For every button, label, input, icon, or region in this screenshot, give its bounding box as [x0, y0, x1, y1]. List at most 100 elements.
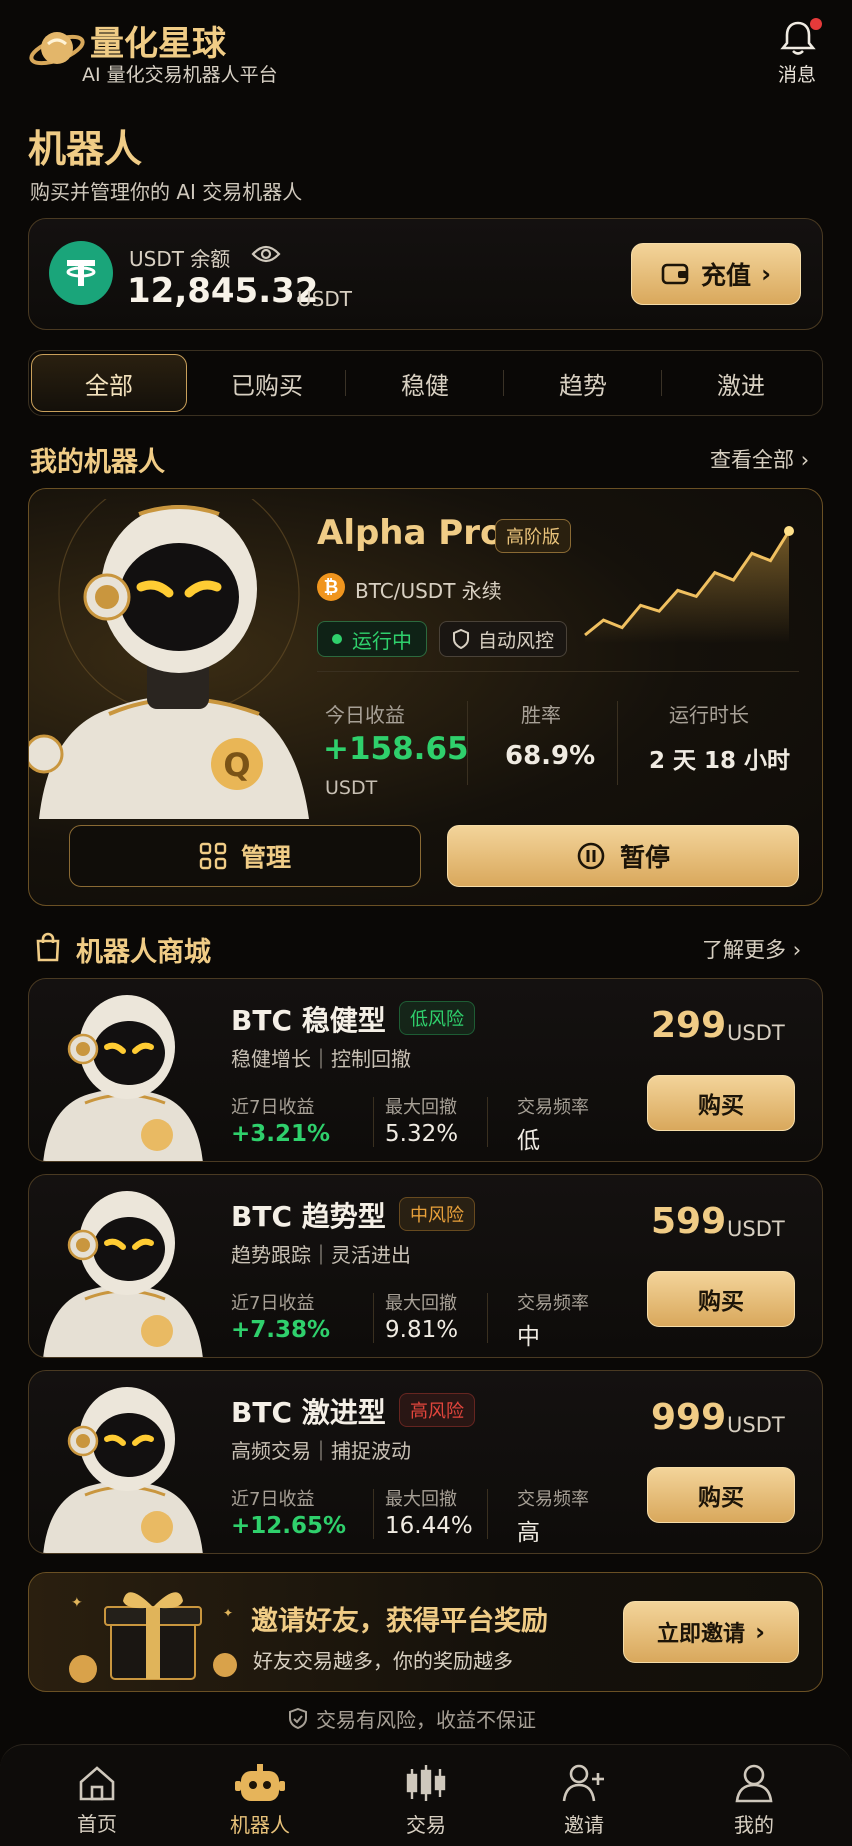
product-robot-image: [43, 995, 203, 1161]
risk-control-label: 自动风控: [478, 629, 555, 652]
product-robot-image: [43, 1191, 203, 1357]
learn-more-label: 了解更多: [702, 938, 786, 962]
eye-icon[interactable]: [251, 243, 281, 265]
product-robot-image: [43, 1387, 203, 1553]
winrate-label: 胜率: [521, 703, 561, 727]
frequency-value: 低: [517, 1128, 540, 1154]
tab-aggressive[interactable]: 激进: [663, 354, 819, 412]
buy-button[interactable]: 购买: [647, 1075, 795, 1131]
usdt-icon: [49, 241, 113, 305]
product-name: BTC 激进型: [231, 1396, 386, 1429]
shield-icon: [453, 629, 469, 649]
nav-invite-label: 邀请: [564, 1812, 604, 1837]
status-dot: [332, 634, 342, 644]
shopping-bag-icon: [36, 932, 60, 962]
risk-control-badge: 自动风控: [439, 621, 568, 657]
store-title: 机器人商城: [76, 937, 211, 968]
buy-button[interactable]: 购买: [647, 1467, 795, 1523]
tab-stable[interactable]: 稳健: [347, 354, 503, 412]
disclaimer: 交易有风险，收益不保证: [288, 1704, 536, 1733]
disclaimer-text: 交易有风险，收益不保证: [316, 1708, 536, 1732]
invite-subtitle: 好友交易越多，你的奖励越多: [253, 1649, 513, 1673]
nav-robots[interactable]: 机器人: [200, 1745, 320, 1846]
invite-title: 邀请好友，获得平台奖励: [251, 1606, 548, 1637]
tab-purchased[interactable]: 已购买: [189, 354, 345, 412]
tab-trend[interactable]: 趋势: [505, 354, 661, 412]
app-logo: [28, 22, 86, 74]
price-unit: USDT: [727, 1217, 785, 1241]
price-unit: USDT: [727, 1021, 785, 1045]
robot-icon: [235, 1763, 285, 1801]
balance-label: USDT 余额: [129, 247, 231, 271]
buy-button[interactable]: 购买: [647, 1271, 795, 1327]
manage-button[interactable]: 管理: [69, 825, 421, 887]
risk-badge: 中风险: [399, 1197, 475, 1231]
balance-card: USDT 余额 12,845.32 USDT 充值 ›: [28, 218, 823, 330]
pause-label: 暂停: [619, 843, 670, 872]
filter-tabs: 全部 已购买 稳健 趋势 激进: [28, 350, 823, 416]
nav-profile[interactable]: 我的: [694, 1745, 814, 1846]
balance-unit: USDT: [297, 287, 352, 311]
drawdown-value: 16.44%: [385, 1513, 473, 1539]
product-description: 趋势跟踪｜灵活进出: [231, 1243, 411, 1267]
notification-dot: [810, 18, 822, 30]
user-icon: [735, 1764, 773, 1802]
invite-banner[interactable]: ✦ ✦ 邀请好友，获得平台奖励 好友交易越多，你的奖励越多 立即邀请 ›: [28, 1572, 823, 1692]
view-all-label: 查看全部: [710, 448, 794, 472]
recharge-label: 充值: [701, 261, 752, 290]
status-label: 运行中: [352, 628, 412, 653]
runtime-value: 2 天 18 小时: [649, 748, 791, 774]
chevron-right-icon: ›: [792, 938, 802, 962]
frequency-value: 中: [517, 1324, 540, 1350]
bottom-nav: 首页 机器人 交易 邀请 我的: [0, 1744, 852, 1846]
learn-more-link[interactable]: 了解更多 ›: [702, 934, 801, 964]
price-value: 999: [651, 1397, 727, 1438]
balance-amount: 12,845.32: [127, 271, 319, 311]
pause-icon: [577, 842, 605, 870]
robot-name: Alpha Pro: [317, 513, 504, 553]
bitcoin-icon: ₿: [317, 573, 345, 601]
nav-invite[interactable]: 邀请: [524, 1745, 644, 1846]
runtime-label: 运行时长: [669, 703, 749, 727]
pause-button[interactable]: 暂停: [447, 825, 799, 887]
my-robot-card: Q Alpha Pro 高阶版 ₿ BTC/USDT 永续 运行中 自动风控 今…: [28, 488, 823, 906]
page-title: 机器人: [28, 127, 143, 171]
product-card[interactable]: BTC 趋势型 中风险 趋势跟踪｜灵活进出 近7日收益 +7.38% 最大回撤 …: [28, 1174, 823, 1358]
risk-badge: 低风险: [399, 1001, 475, 1035]
frequency-label: 交易频率: [517, 1293, 589, 1314]
product-card[interactable]: BTC 稳健型 低风险 稳健增长｜控制回撤 近7日收益 +3.21% 最大回撤 …: [28, 978, 823, 1162]
invite-button[interactable]: 立即邀请 ›: [623, 1601, 799, 1663]
nav-home-label: 首页: [77, 1811, 117, 1836]
gift-icon: ✦ ✦: [69, 1592, 237, 1683]
app-tagline: AI 量化交易机器人平台: [82, 64, 278, 86]
nav-trade[interactable]: 交易: [366, 1745, 486, 1846]
nav-trade-label: 交易: [406, 1812, 446, 1837]
svg-text:✦: ✦: [71, 1595, 83, 1611]
messages-label: 消息: [778, 64, 817, 86]
view-all-link[interactable]: 查看全部 ›: [710, 444, 809, 474]
svg-text:✦: ✦: [223, 1606, 233, 1620]
product-card[interactable]: BTC 激进型 高风险 高频交易｜捕捉波动 近7日收益 +12.65% 最大回撤…: [28, 1370, 823, 1554]
nav-robots-label: 机器人: [230, 1812, 290, 1837]
return-value: +12.65%: [231, 1513, 347, 1539]
nav-home[interactable]: 首页: [37, 1745, 157, 1846]
candlestick-icon: [406, 1764, 446, 1801]
invite-button-label: 立即邀请: [657, 1622, 746, 1647]
tab-all[interactable]: 全部: [31, 354, 187, 412]
return-label: 近7日收益: [231, 1293, 315, 1314]
messages-button[interactable]: 消息: [770, 16, 830, 86]
app-name: 量化星球: [90, 24, 226, 64]
product-description: 稳健增长｜控制回撤: [231, 1047, 411, 1071]
wallet-icon: [661, 263, 689, 285]
drawdown-label: 最大回撤: [385, 1293, 457, 1314]
product-name: BTC 趋势型: [231, 1200, 386, 1233]
winrate-value: 68.9%: [505, 741, 596, 771]
product-description: 高频交易｜捕捉波动: [231, 1439, 411, 1463]
price-unit: USDT: [727, 1413, 785, 1437]
recharge-button[interactable]: 充值 ›: [631, 243, 801, 305]
frequency-value: 高: [517, 1520, 540, 1546]
my-robots-title: 我的机器人: [30, 447, 165, 478]
status-badge: 运行中: [317, 621, 427, 657]
chevron-right-icon: ›: [755, 1618, 765, 1646]
frequency-label: 交易频率: [517, 1489, 589, 1510]
